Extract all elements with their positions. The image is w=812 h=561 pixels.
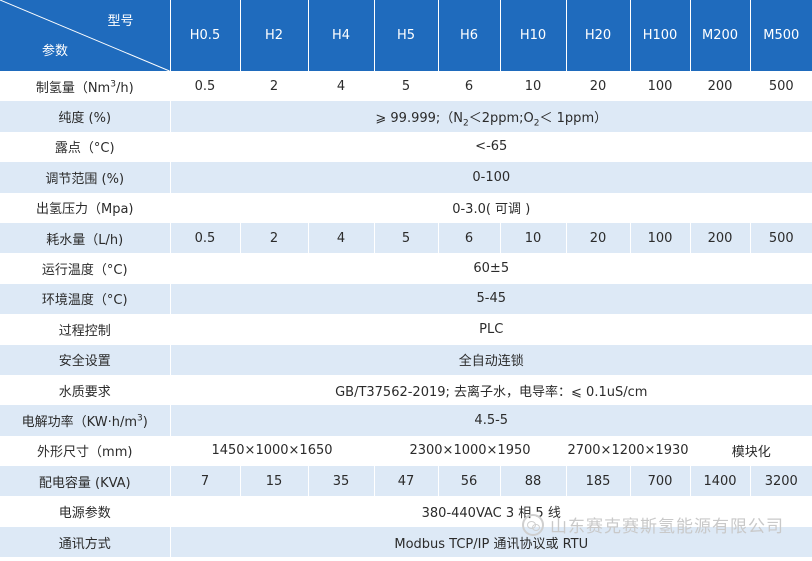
- model-header: M500: [750, 0, 812, 71]
- table-cell: GB/T37562-2019; 去离子水，电导率：⩽ 0.1uS/cm: [170, 374, 812, 406]
- table-cell: 200: [690, 71, 751, 102]
- model-header: H4: [308, 0, 375, 71]
- table-cell: 0.5: [170, 222, 241, 254]
- table-cell: 0-100: [170, 162, 812, 193]
- table-cell: 6: [438, 222, 501, 254]
- table-cell: 6: [438, 71, 501, 102]
- table-cell: PLC: [170, 314, 812, 345]
- model-header: M200: [690, 0, 751, 71]
- table-cell: ⩾ 99.999;（N2＜2ppm;O2＜ 1ppm）: [170, 101, 812, 132]
- wechat-icon: [522, 513, 544, 536]
- row-purity: 纯度 (%) ⩾ 99.999;（N2＜2ppm;O2＜ 1ppm）: [0, 101, 812, 132]
- table-cell: 1400: [690, 466, 751, 497]
- row-label: 运行温度（°C): [0, 253, 171, 284]
- table-cell: 200: [690, 222, 751, 254]
- row-label: 过程控制: [0, 314, 171, 345]
- row-label: 纯度 (%): [0, 101, 171, 132]
- row-label: 电解功率（KW·h/m3): [0, 405, 171, 436]
- row-label: 电源参数: [0, 496, 171, 527]
- table-cell: 500: [750, 222, 812, 254]
- corner-label-params: 参数: [42, 44, 69, 59]
- row-dew-point: 露点（°C) <-65: [0, 131, 812, 163]
- row-label: 水质要求: [0, 374, 171, 406]
- table-cell: 2: [240, 71, 309, 102]
- row-label: 通讯方式: [0, 526, 171, 558]
- row-flow: 制氢量（Nm3/h) 0.5 2 4 5 6 10 20 100 200 500: [0, 71, 812, 102]
- table-cell: 20: [566, 71, 631, 102]
- table-cell: 20: [566, 222, 631, 254]
- header-row: 型号 参数 H0.5 H2 H4 H5 H6 H10 H20 H100 M200…: [0, 0, 812, 71]
- table-cell: 4: [308, 222, 375, 254]
- row-env-temp: 环境温度（°C) 5-45: [0, 283, 812, 315]
- model-header: H20: [566, 0, 631, 71]
- table-cell: 1450×1000×1650: [170, 435, 375, 467]
- row-label: 出氢压力（Mpa): [0, 192, 171, 223]
- table-cell: 35: [308, 466, 375, 497]
- row-out-pressure: 出氢压力（Mpa) 0-3.0( 可调 ): [0, 192, 812, 223]
- row-power-capacity: 配电容量 (KVA) 7 15 35 47 56 88 185 700 1400…: [0, 466, 812, 497]
- row-label: 配电容量 (KVA): [0, 466, 171, 497]
- row-label: 露点（°C): [0, 131, 171, 163]
- header-corner: 型号 参数: [0, 0, 171, 71]
- table-cell: 185: [566, 466, 631, 497]
- table-cell: 7: [170, 466, 241, 497]
- table-cell: 3200: [750, 466, 812, 497]
- model-header: H2: [240, 0, 309, 71]
- row-label: 调节范围 (%): [0, 162, 171, 193]
- table-cell: 4.5-5: [170, 405, 812, 436]
- table-cell: 100: [630, 222, 691, 254]
- table-cell: 5: [374, 222, 439, 254]
- table-cell: 100: [630, 71, 691, 102]
- row-power-use: 电解功率（KW·h/m3) 4.5-5: [0, 405, 812, 436]
- row-label: 制氢量（Nm3/h): [0, 71, 171, 102]
- table-cell: 0-3.0( 可调 ): [170, 192, 812, 223]
- row-label: 安全设置: [0, 344, 171, 375]
- table-cell: 500: [750, 71, 812, 102]
- table-cell: 56: [438, 466, 501, 497]
- row-run-temp: 运行温度（°C) 60±5: [0, 253, 812, 284]
- table-cell: 2700×1200×1930: [566, 435, 691, 467]
- model-header: H0.5: [170, 0, 241, 71]
- model-header: H6: [438, 0, 501, 71]
- row-water-quality: 水质要求 GB/T37562-2019; 去离子水，电导率：⩽ 0.1uS/cm: [0, 374, 812, 406]
- table-cell: 5-45: [170, 283, 812, 315]
- table-cell: 88: [500, 466, 567, 497]
- row-water-use: 耗水量（L/h) 0.5 2 4 5 6 10 20 100 200 500: [0, 222, 812, 254]
- table-cell: 0.5: [170, 71, 241, 102]
- model-header: H5: [374, 0, 439, 71]
- row-process-control: 过程控制 PLC: [0, 314, 812, 345]
- watermark: 山东赛克赛斯氢能源有限公司: [522, 512, 784, 537]
- row-dimensions: 外形尺寸（mm) 1450×1000×1650 2300×1000×1950 2…: [0, 435, 812, 467]
- table-cell: 5: [374, 71, 439, 102]
- corner-diagonal: [0, 0, 170, 71]
- table-cell: 10: [500, 71, 567, 102]
- row-label: 环境温度（°C): [0, 283, 171, 315]
- table-cell: 60±5: [170, 253, 812, 284]
- row-adjust-range: 调节范围 (%) 0-100: [0, 162, 812, 193]
- corner-label-model: 型号: [107, 14, 134, 29]
- row-safety: 安全设置 全自动连锁: [0, 344, 812, 375]
- table-cell: 全自动连锁: [170, 344, 812, 375]
- table-cell: 4: [308, 71, 375, 102]
- table-cell: 10: [500, 222, 567, 254]
- table-cell: 47: [374, 466, 439, 497]
- model-header: H10: [500, 0, 567, 71]
- watermark-text: 山东赛克赛斯氢能源有限公司: [550, 517, 784, 537]
- spec-table: 型号 参数 H0.5 H2 H4 H5 H6 H10 H20 H100 M200…: [0, 0, 812, 558]
- table-cell: 模块化: [690, 435, 812, 467]
- table-cell: 700: [630, 466, 691, 497]
- table-cell: 2: [240, 222, 309, 254]
- model-header: H100: [630, 0, 691, 71]
- row-label: 外形尺寸（mm): [0, 435, 171, 467]
- row-label: 耗水量（L/h): [0, 222, 171, 254]
- table-cell: <-65: [170, 131, 812, 163]
- table-cell: 2300×1000×1950: [374, 435, 567, 467]
- table-cell: 15: [240, 466, 309, 497]
